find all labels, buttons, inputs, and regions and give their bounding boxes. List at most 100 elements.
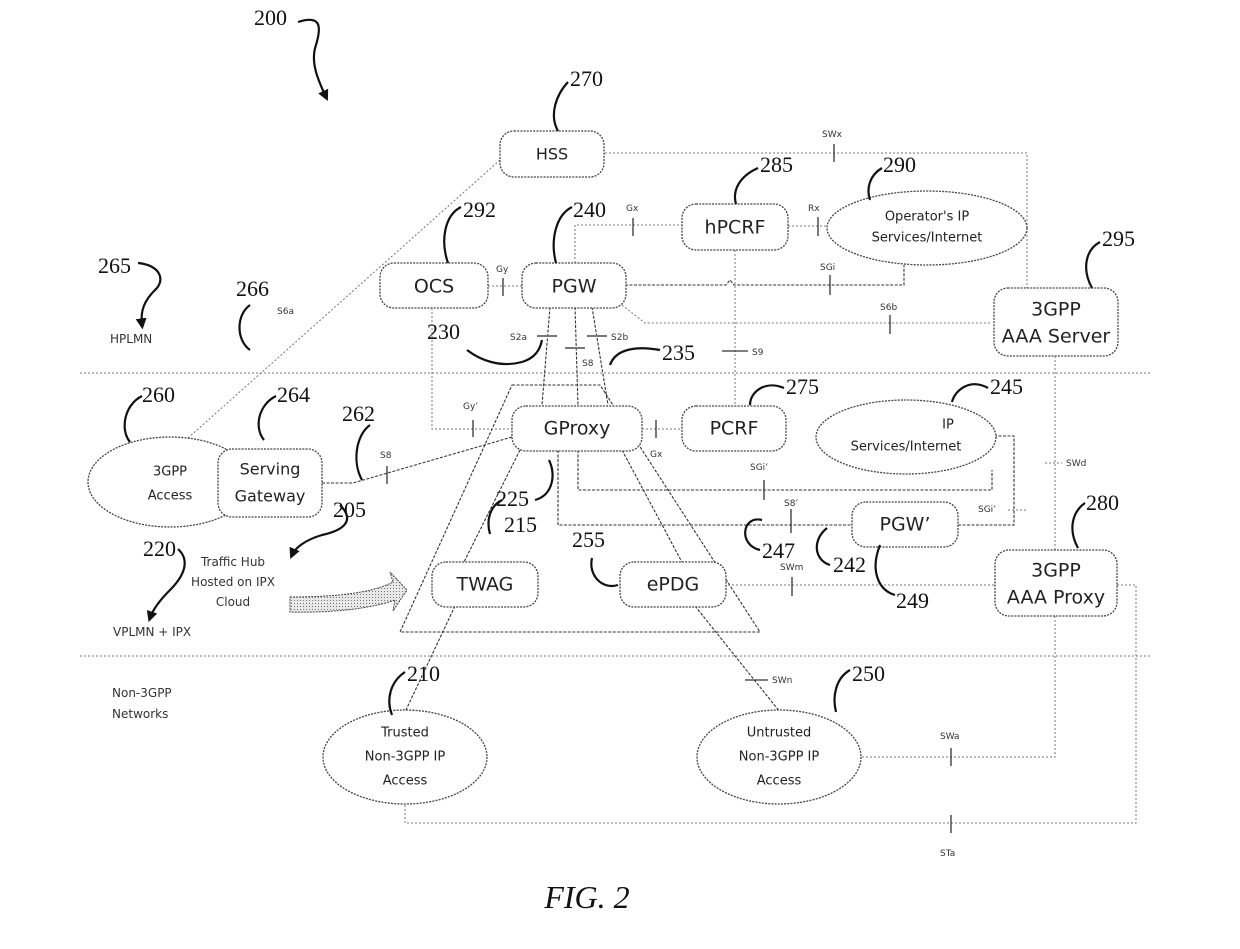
iface-s2a: S2a: [510, 333, 527, 343]
node-untrusted-non3gpp[interactable]: Untrusted Non-3GPP IP Access: [696, 709, 862, 805]
ip-services-line1: IP: [942, 418, 954, 433]
iface-s8-pgw: S8: [582, 359, 594, 369]
node-twag[interactable]: TWAG: [431, 561, 539, 608]
ref-280: 280: [1086, 490, 1119, 515]
node-pgw-prime[interactable]: PGW’: [851, 501, 959, 548]
node-trusted-non3gpp[interactable]: Trusted Non-3GPP IP Access: [322, 709, 488, 805]
pcrf-label: PCRF: [710, 418, 759, 440]
traffic-hub-arrow: [289, 571, 408, 613]
link-twag-trusted: [404, 605, 456, 713]
iface-swa: SWa: [940, 732, 960, 742]
untrusted-line1: Untrusted: [747, 726, 812, 741]
traffic-hub-line3: Cloud: [216, 595, 250, 609]
ref-270: 270: [570, 66, 603, 91]
operator-ip-line2: Services/Internet: [872, 231, 983, 246]
iface-swm: SWm: [780, 563, 803, 573]
ref-235: 235: [662, 340, 695, 365]
iface-s8-prime: S8’: [784, 499, 798, 509]
gproxy-label: GProxy: [544, 418, 611, 440]
iface-swd: SWd: [1066, 459, 1086, 469]
ref-250: 250: [852, 661, 885, 686]
iface-sgi-prime: SGi’: [750, 463, 768, 473]
ref-200: 200: [254, 5, 287, 30]
iface-swn: SWn: [772, 676, 792, 686]
link-gx-top: [574, 224, 682, 263]
node-ip-services[interactable]: IP Services/Internet: [815, 399, 997, 475]
iface-sgi: SGi: [820, 263, 835, 273]
region-hplmn-label: HPLMN: [110, 332, 152, 346]
node-pcrf[interactable]: PCRF: [681, 405, 787, 452]
ocs-label: OCS: [414, 276, 454, 298]
region-non3gpp-line2: Networks: [112, 707, 168, 721]
link-s8-prime: [557, 450, 852, 526]
aaa-proxy-line2: AAA Proxy: [1007, 587, 1105, 609]
iface-gx-bottom: Gx: [650, 450, 663, 460]
serving-gw-line2: Gateway: [235, 487, 306, 506]
iface-s6b: S6b: [880, 303, 897, 313]
link-s2a: [541, 306, 551, 406]
traffic-hub-line1: Traffic Hub: [200, 555, 265, 569]
ref-285: 285: [760, 152, 793, 177]
aaa-proxy-line1: 3GPP: [1031, 560, 1081, 582]
ref-262: 262: [342, 401, 375, 426]
access-3gpp-line1: 3GPP: [153, 465, 187, 480]
link-s2b: [591, 306, 609, 406]
node-hss[interactable]: HSS: [499, 130, 605, 178]
iface-s6a: S6a: [277, 307, 294, 317]
link-s8-pgw: [574, 306, 579, 406]
node-aaa-proxy[interactable]: 3GPP AAA Proxy: [994, 549, 1118, 617]
iface-gx-top: Gx: [626, 204, 639, 214]
iface-s9: S9: [752, 348, 764, 358]
ref-255: 255: [572, 527, 605, 552]
epdg-label: ePDG: [647, 574, 700, 596]
ref-210: 210: [407, 661, 440, 686]
node-hpcrf[interactable]: hPCRF: [681, 203, 789, 251]
ref-247: 247: [762, 538, 795, 563]
aaa-server-line2: AAA Server: [1002, 326, 1111, 348]
ref-275: 275: [786, 374, 819, 399]
ref-249: 249: [896, 588, 929, 613]
pgw-label: PGW: [552, 276, 597, 298]
ref-240: 240: [573, 197, 606, 222]
ref-225: 225: [496, 486, 529, 511]
ref-230: 230: [427, 319, 460, 344]
untrusted-line3: Access: [757, 774, 802, 789]
ref-266: 266: [236, 276, 269, 301]
ref-242: 242: [833, 552, 866, 577]
traffic-hub-line2: Hosted on IPX: [191, 575, 275, 589]
serving-gw-line1: Serving: [240, 460, 301, 479]
node-ocs[interactable]: OCS: [379, 262, 489, 309]
iface-s2b: S2b: [611, 333, 628, 343]
node-epdg[interactable]: ePDG: [619, 561, 727, 608]
ref-290: 290: [883, 152, 916, 177]
ref-260: 260: [142, 382, 175, 407]
node-aaa-server[interactable]: 3GPP AAA Server: [993, 287, 1119, 357]
ref-264: 264: [277, 382, 310, 407]
iface-swx: SWx: [822, 130, 843, 140]
figure-caption: FIG. 2: [543, 879, 629, 915]
region-vplmn-label: VPLMN + IPX: [113, 625, 191, 639]
ref-265: 265: [98, 253, 131, 278]
iface-s8: S8: [380, 451, 392, 461]
pgw-prime-label: PGW’: [879, 514, 930, 536]
ref-205: 205: [333, 497, 366, 522]
ref-292: 292: [463, 197, 496, 222]
node-operator-ip-services[interactable]: Operator's IP Services/Internet: [826, 190, 1028, 266]
hss-label: HSS: [536, 145, 568, 164]
link-swn: [694, 605, 781, 713]
node-gproxy[interactable]: GProxy: [511, 405, 643, 452]
iface-sgi-prime-right: SGi’: [978, 505, 996, 515]
link-s6b: [621, 304, 990, 324]
node-pgw[interactable]: PGW: [521, 262, 627, 309]
node-serving-gateway[interactable]: Serving Gateway: [217, 448, 323, 518]
network-architecture-diagram: HSS hPCRF Operator's IP Services/Interne…: [80, 5, 1150, 915]
iface-sta: STa: [940, 849, 955, 859]
ref-215: 215: [504, 512, 537, 537]
operator-ip-line1: Operator's IP: [885, 210, 970, 225]
iface-rx: Rx: [808, 204, 820, 214]
aaa-server-line1: 3GPP: [1031, 299, 1081, 321]
untrusted-line2: Non-3GPP IP: [739, 750, 820, 765]
twag-label: TWAG: [456, 574, 514, 596]
trusted-line1: Trusted: [380, 726, 429, 741]
iface-gy: Gy: [496, 265, 509, 275]
